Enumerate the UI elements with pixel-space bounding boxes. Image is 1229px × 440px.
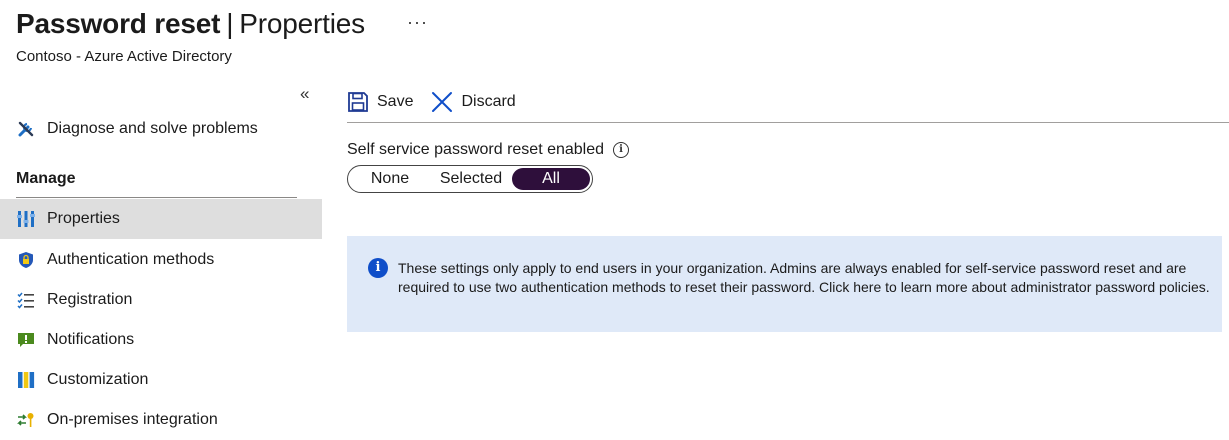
sspr-enabled-toggle: None Selected All [347,165,593,193]
sidebar-item-properties[interactable]: Properties [0,199,322,239]
collapse-sidebar-button[interactable]: « [300,84,309,104]
section-title-manage: Manage [16,170,76,187]
page-title: Password reset | Properties [16,8,365,40]
wrench-screwdriver-icon [16,119,36,139]
sidebar-item-diagnose[interactable]: Diagnose and solve problems [0,109,322,149]
notification-icon [16,330,36,350]
sync-key-icon [16,410,36,430]
sidebar-item-label: Authentication methods [47,251,215,268]
section-divider [16,197,297,198]
page-title-sub: Properties [239,8,365,39]
more-options-button[interactable]: ··· [407,12,428,33]
info-icon: i [368,258,388,278]
toggle-option-none[interactable]: None [350,168,430,190]
toggle-option-selected[interactable]: Selected [430,168,512,190]
page-subtitle: Contoso - Azure Active Directory [16,48,232,65]
sidebar-item-customization[interactable]: Customization [0,360,322,400]
discard-label: Discard [461,93,516,110]
page-title-main: Password reset [16,8,221,39]
sidebar-item-registration[interactable]: Registration [0,280,322,320]
sidebar-item-on-premises-integration[interactable]: On-premises integration [0,400,322,440]
info-icon[interactable]: i [613,142,630,158]
info-banner[interactable]: i These settings only apply to end users… [347,236,1222,332]
sspr-enabled-label-text: Self service password reset enabled [347,141,605,158]
sidebar-item-authentication-methods[interactable]: Authentication methods [0,240,322,280]
discard-button[interactable]: Discard [431,91,516,113]
info-banner-text[interactable]: These settings only apply to end users i… [398,259,1210,296]
toolbar-divider [347,122,1229,123]
page-title-separator: | [226,8,234,39]
customization-icon [16,370,36,390]
sidebar-item-notifications[interactable]: Notifications [0,320,322,360]
save-label: Save [377,93,414,110]
save-icon [348,92,368,112]
properties-icon [16,209,36,229]
discard-icon [432,92,453,112]
checklist-icon [16,290,36,310]
sidebar-item-label: On-premises integration [47,411,218,428]
sidebar-item-label: Registration [47,291,133,308]
sidebar-item-label: Notifications [47,331,135,348]
sidebar-item-label: Diagnose and solve problems [47,120,258,137]
shield-lock-icon [16,250,36,270]
sidebar-item-label: Properties [47,210,120,227]
toggle-option-all[interactable]: All [512,168,590,190]
save-button[interactable]: Save [347,91,413,113]
sspr-enabled-label: Self service password reset enabled i [347,141,630,159]
command-bar: Save Discard [347,86,534,118]
sidebar-item-label: Customization [47,371,149,388]
